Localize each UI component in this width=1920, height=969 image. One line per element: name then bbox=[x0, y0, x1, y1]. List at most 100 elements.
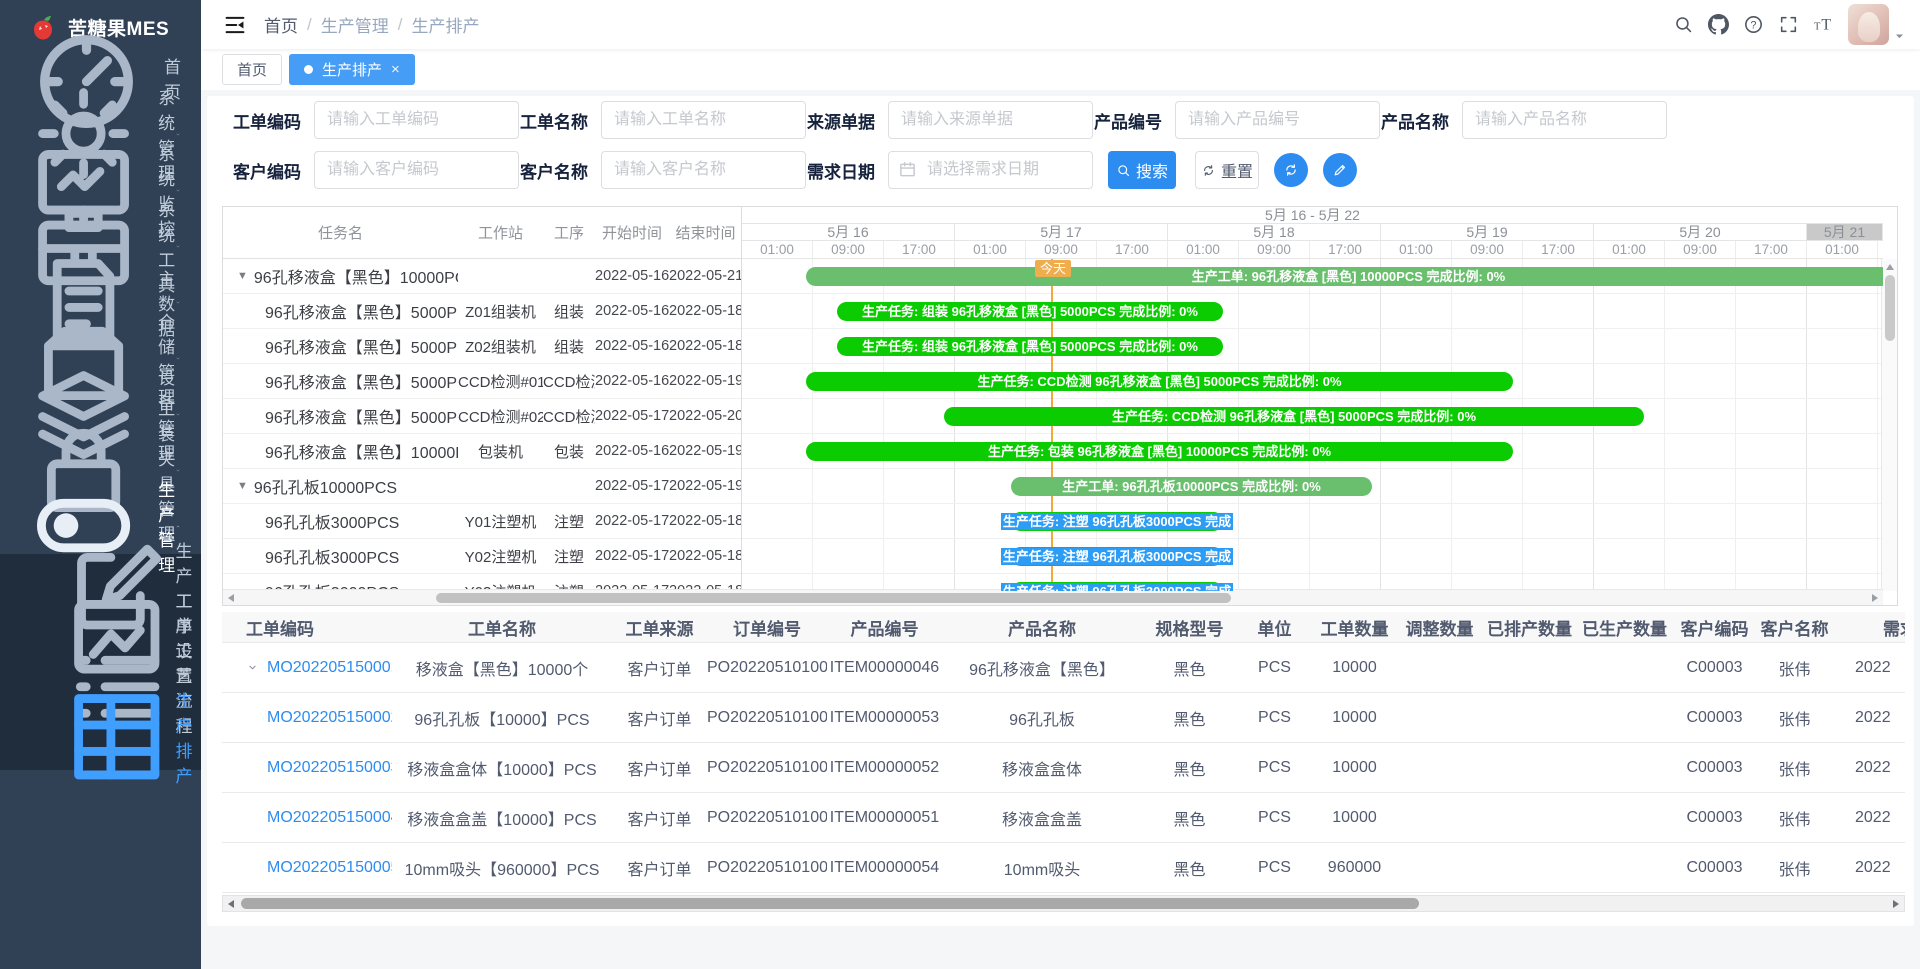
breadcrumb-item[interactable]: 生产排产 bbox=[411, 12, 479, 37]
gantt-task-row[interactable]: 96孔孔板3000PCS Y02注塑机 注塑 2022-05-17 2022-0… bbox=[223, 539, 741, 574]
filter-field-input[interactable] bbox=[1175, 101, 1380, 139]
gantt-vertical-scrollbar[interactable] bbox=[1881, 259, 1897, 591]
gantt-hour-cell: 17:00 bbox=[1736, 241, 1807, 258]
breadcrumb: 首页/生产管理/生产排产 bbox=[264, 12, 479, 37]
gantt-task-row[interactable]: ▼ 96孔移液盒【黑色】10000PCS 2022-05-16 2022-05-… bbox=[223, 259, 741, 294]
gantt-bar[interactable]: 生产任务: CCD检测 96孔移液盒 [黑色] 5000PCS 完成比例: 0% bbox=[806, 372, 1513, 391]
reset-button[interactable]: 重置 bbox=[1195, 151, 1259, 189]
sidebar-collapse-icon[interactable] bbox=[222, 12, 248, 38]
github-icon[interactable] bbox=[1708, 14, 1729, 35]
table-row[interactable]: MO20220515000296孔孔板【10000】PCS客户订单PO20220… bbox=[222, 693, 1905, 743]
table-column-header: 工单数量 bbox=[1312, 615, 1397, 640]
gantt-hour-cell: 09:00 bbox=[1452, 241, 1523, 258]
gantt-end-date: 2022-05-18 bbox=[669, 513, 742, 529]
gantt-day-cell: 5月 16 bbox=[742, 224, 955, 240]
gantt-day-cell: 5月 18 bbox=[1168, 224, 1381, 240]
scroll-right-arrow-icon[interactable] bbox=[1872, 594, 1878, 602]
edit-circle-button[interactable] bbox=[1323, 153, 1357, 187]
table-row[interactable]: MO202205150001移液盒【黑色】10000个客户订单PO2022051… bbox=[222, 643, 1905, 693]
gantt-start-date: 2022-05-17 bbox=[595, 513, 669, 529]
table-hscroll-thumb[interactable] bbox=[241, 898, 1419, 909]
fullscreen-icon[interactable] bbox=[1778, 14, 1799, 35]
work-order-link[interactable]: MO202205150002 bbox=[267, 709, 392, 727]
sidebar-subitem[interactable]: 生产排产 bbox=[0, 712, 201, 762]
collapse-triangle-icon[interactable]: ▼ bbox=[237, 270, 248, 282]
table-cell: PCS bbox=[1237, 759, 1312, 777]
breadcrumb-item[interactable]: 首页 bbox=[264, 12, 298, 37]
table-column-header: 订单编号 bbox=[707, 615, 827, 640]
gantt-hour-cell: 01:00 bbox=[955, 241, 1026, 258]
gantt-bar[interactable]: 生产任务: 组装 96孔移液盒 [黑色] 5000PCS 完成比例: 0% bbox=[837, 302, 1223, 321]
work-order-table: 工单编码工单名称工单来源订单编号产品编号产品名称规格型号单位工单数量调整数量已排… bbox=[222, 612, 1905, 893]
tab[interactable]: 生产排产 × bbox=[289, 54, 415, 85]
scroll-right-arrow-icon[interactable] bbox=[1893, 900, 1899, 908]
search-icon[interactable] bbox=[1673, 14, 1694, 35]
filter-field-input[interactable] bbox=[314, 101, 519, 139]
gantt-workstation: Y01注塑机 bbox=[458, 511, 543, 532]
gantt-task-row[interactable]: 96孔移液盒【黑色】5000PCS CCD检测#02 CCD检测 2022-05… bbox=[223, 399, 741, 434]
gantt-bar[interactable]: 生产工单: 96孔孔板10000PCS 完成比例: 0% bbox=[1011, 477, 1372, 496]
filter-field-label: 客户编码 bbox=[233, 158, 301, 183]
gantt-task-row[interactable]: 96孔孔板3000PCS Y01注塑机 注塑 2022-05-17 2022-0… bbox=[223, 504, 741, 539]
gantt-bar[interactable]: 生产任务: 注塑 96孔孔板3000PCS 完成 bbox=[1011, 512, 1223, 531]
font-size-icon[interactable]: TT bbox=[1813, 14, 1834, 35]
breadcrumb-item[interactable]: 生产管理 bbox=[321, 12, 389, 37]
filter-field-input[interactable] bbox=[314, 151, 519, 189]
filter-field-label: 工单编码 bbox=[233, 108, 301, 133]
table-horizontal-scrollbar[interactable] bbox=[222, 895, 1905, 912]
filter-row-1: 工单编码 工单名称 来源单据 产品编号 产品名称 bbox=[233, 101, 1668, 139]
topbar: 首页/生产管理/生产排产 ? TT bbox=[201, 0, 1920, 49]
gantt-bar[interactable]: 生产任务: 组装 96孔移液盒 [黑色] 5000PCS 完成比例: 0% bbox=[837, 337, 1223, 356]
filter-field-input[interactable] bbox=[1462, 101, 1667, 139]
gantt-task-row[interactable]: 96孔移液盒【黑色】5000PCS CCD检测#01 CCD检测 2022-05… bbox=[223, 364, 741, 399]
row-expand-chevron-icon[interactable] bbox=[246, 661, 259, 674]
tab-close-icon[interactable]: × bbox=[391, 62, 400, 77]
gantt-bar[interactable]: 生产任务: 注塑 96孔孔板3000PCS 完成 bbox=[1011, 547, 1223, 566]
gantt-bar[interactable]: 生产工单: 96孔移液盒 [黑色] 10000PCS 完成比例: 0% bbox=[806, 267, 1883, 286]
gantt-bar[interactable]: 生产任务: CCD检测 96孔移液盒 [黑色] 5000PCS 完成比例: 0% bbox=[944, 407, 1644, 426]
table-row[interactable]: MO20220515000510mm吸头【960000】PCS客户订单PO202… bbox=[222, 843, 1905, 893]
gantt-start-date: 2022-05-17 bbox=[595, 478, 669, 494]
work-order-table-header: 工单编码工单名称工单来源订单编号产品编号产品名称规格型号单位工单数量调整数量已排… bbox=[222, 612, 1905, 643]
filter-field-input[interactable] bbox=[888, 101, 1093, 139]
gantt-hour-cell: 01:00 bbox=[1168, 241, 1239, 258]
gantt-horizontal-scrollbar[interactable] bbox=[223, 589, 1883, 605]
work-order-link[interactable]: MO202205150005 bbox=[267, 859, 392, 877]
reset-button-icon bbox=[1201, 163, 1216, 178]
search-button[interactable]: 搜索 bbox=[1108, 151, 1176, 189]
avatar[interactable] bbox=[1848, 4, 1889, 45]
refresh-circle-button[interactable] bbox=[1274, 153, 1308, 187]
gantt-end-date: 2022-05-18 bbox=[669, 303, 742, 319]
help-icon[interactable]: ? bbox=[1743, 14, 1764, 35]
gantt-hour-cell: 01:00 bbox=[1807, 241, 1878, 258]
gantt-end-date: 2022-05-18 bbox=[669, 548, 742, 564]
gantt-hscroll-thumb[interactable] bbox=[436, 593, 1231, 603]
work-order-link[interactable]: MO202205150004 bbox=[267, 809, 392, 827]
table-cell: ITEM00000053 bbox=[827, 709, 942, 727]
gantt-task-row[interactable]: ▼ 96孔孔板10000PCS 2022-05-17 2022-05-19 bbox=[223, 469, 741, 504]
user-menu[interactable] bbox=[1848, 4, 1906, 45]
collapse-triangle-icon[interactable]: ▼ bbox=[237, 480, 248, 492]
gantt-vscroll-thumb[interactable] bbox=[1885, 275, 1895, 341]
table-row[interactable]: MO202205150003移液盒盒体【10000】PCS客户订单PO20220… bbox=[222, 743, 1905, 793]
table-cell: C00003 bbox=[1672, 759, 1757, 777]
work-order-link[interactable]: MO202205150003 bbox=[267, 759, 392, 777]
scroll-left-arrow-icon[interactable] bbox=[228, 594, 234, 602]
table-cell: 2022 bbox=[1832, 659, 1905, 677]
gantt-bar[interactable]: 生产任务: 包装 96孔移液盒 [黑色] 10000PCS 完成比例: 0% bbox=[806, 442, 1513, 461]
tab[interactable]: 首页 bbox=[222, 54, 282, 85]
filter-field-input[interactable] bbox=[601, 101, 806, 139]
filter-field-input[interactable] bbox=[601, 151, 806, 189]
gantt-task-row[interactable]: 96孔移液盒【黑色】5000PCS Z01组装机 组装 2022-05-16 2… bbox=[223, 294, 741, 329]
table-row[interactable]: MO202205150004移液盒盒盖【10000】PCS客户订单PO20220… bbox=[222, 793, 1905, 843]
filter-field: 产品编号 bbox=[1094, 101, 1381, 139]
gantt-task-row[interactable]: 96孔移液盒【黑色】5000PCS Z02组装机 组装 2022-05-16 2… bbox=[223, 329, 741, 364]
demand-date-input[interactable] bbox=[888, 151, 1093, 189]
gantt-bar[interactable]: 生产任务: 注塑 96孔孔板3000PCS 完成 bbox=[1011, 582, 1223, 591]
gantt-start-date: 2022-05-16 bbox=[595, 303, 669, 319]
gantt-task-row[interactable]: 96孔移液盒【黑色】10000PCS 包装机 包装 2022-05-16 202… bbox=[223, 434, 741, 469]
search-button-icon bbox=[1116, 163, 1131, 178]
scroll-left-arrow-icon[interactable] bbox=[228, 900, 234, 908]
scroll-up-arrow-icon[interactable] bbox=[1886, 264, 1894, 270]
work-order-link[interactable]: MO202205150001 bbox=[267, 659, 392, 677]
